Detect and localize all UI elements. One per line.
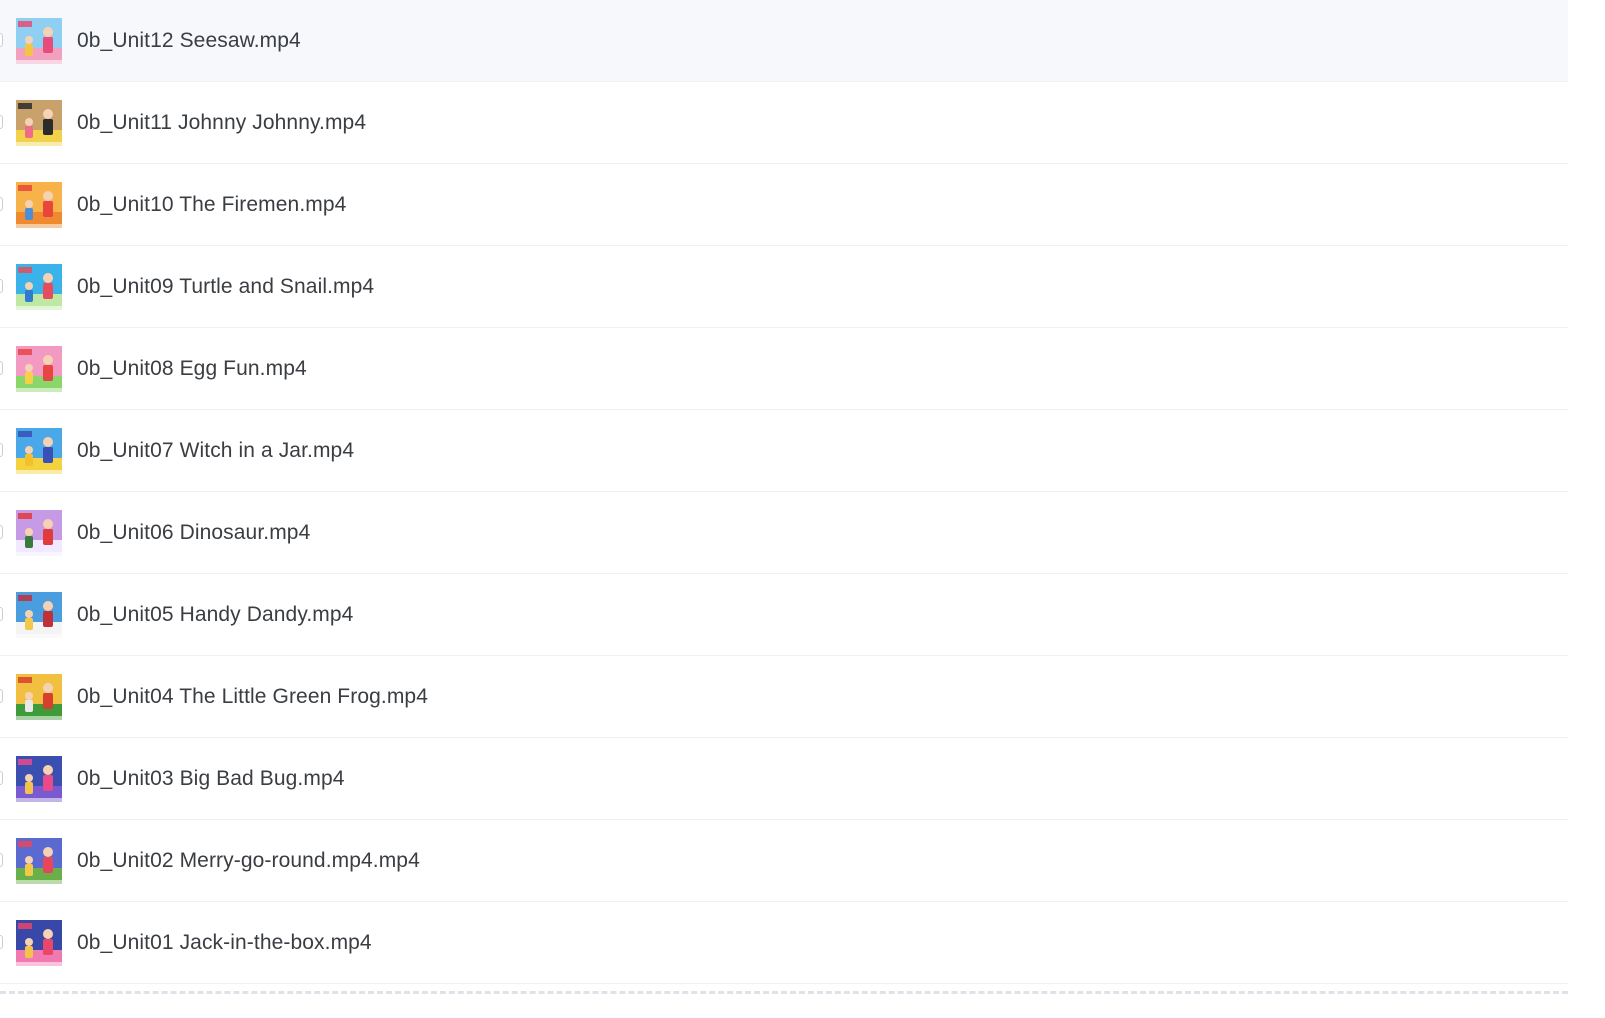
row-checkbox[interactable] (0, 360, 3, 375)
video-thumbnail[interactable] (16, 427, 62, 474)
row-checkbox[interactable] (0, 770, 3, 785)
row-checkbox[interactable] (0, 524, 3, 539)
file-row[interactable]: 0b_Unit03 Big Bad Bug.mp4 (0, 738, 1568, 820)
video-thumbnail[interactable] (16, 837, 62, 884)
file-name[interactable]: 0b_Unit05 Handy Dandy.mp4 (77, 603, 353, 627)
file-name[interactable]: 0b_Unit11 Johnny Johnny.mp4 (77, 111, 366, 135)
file-row[interactable]: 0b_Unit11 Johnny Johnny.mp4 (0, 82, 1568, 164)
file-row[interactable]: 0b_Unit08 Egg Fun.mp4 (0, 328, 1568, 410)
file-name[interactable]: 0b_Unit12 Seesaw.mp4 (77, 29, 301, 53)
file-row[interactable]: 0b_Unit02 Merry-go-round.mp4.mp4 (0, 820, 1568, 902)
file-name[interactable]: 0b_Unit07 Witch in a Jar.mp4 (77, 439, 354, 463)
video-thumbnail[interactable] (16, 99, 62, 146)
file-row[interactable]: 0b_Unit05 Handy Dandy.mp4 (0, 574, 1568, 656)
file-row[interactable]: 0b_Unit09 Turtle and Snail.mp4 (0, 246, 1568, 328)
file-name[interactable]: 0b_Unit01 Jack-in-the-box.mp4 (77, 931, 372, 955)
video-thumbnail[interactable] (16, 509, 62, 556)
file-row[interactable]: 0b_Unit10 The Firemen.mp4 (0, 164, 1568, 246)
file-row[interactable]: 0b_Unit07 Witch in a Jar.mp4 (0, 410, 1568, 492)
video-thumbnail[interactable] (16, 919, 62, 966)
row-checkbox[interactable] (0, 442, 3, 457)
video-thumbnail[interactable] (16, 17, 62, 64)
file-name[interactable]: 0b_Unit06 Dinosaur.mp4 (77, 521, 310, 545)
video-thumbnail[interactable] (16, 591, 62, 638)
file-row[interactable]: 0b_Unit12 Seesaw.mp4 (0, 0, 1568, 82)
video-thumbnail[interactable] (16, 263, 62, 310)
row-checkbox[interactable] (0, 32, 3, 47)
row-checkbox[interactable] (0, 606, 3, 621)
video-thumbnail[interactable] (16, 345, 62, 392)
file-name[interactable]: 0b_Unit08 Egg Fun.mp4 (77, 357, 307, 381)
file-name[interactable]: 0b_Unit02 Merry-go-round.mp4.mp4 (77, 849, 420, 873)
file-row[interactable]: 0b_Unit04 The Little Green Frog.mp4 (0, 656, 1568, 738)
video-thumbnail[interactable] (16, 755, 62, 802)
file-list: 0b_Unit12 Seesaw.mp4 0b_Unit11 Johnny Joh… (0, 0, 1568, 984)
row-checkbox[interactable] (0, 934, 3, 949)
file-name[interactable]: 0b_Unit09 Turtle and Snail.mp4 (77, 275, 374, 299)
list-end-divider (0, 991, 1568, 994)
row-checkbox[interactable] (0, 852, 3, 867)
row-checkbox[interactable] (0, 114, 3, 129)
file-row[interactable]: 0b_Unit06 Dinosaur.mp4 (0, 492, 1568, 574)
row-checkbox[interactable] (0, 688, 3, 703)
row-checkbox[interactable] (0, 278, 3, 293)
video-thumbnail[interactable] (16, 673, 62, 720)
video-thumbnail[interactable] (16, 181, 62, 228)
file-name[interactable]: 0b_Unit10 The Firemen.mp4 (77, 193, 346, 217)
row-checkbox[interactable] (0, 196, 3, 211)
file-name[interactable]: 0b_Unit04 The Little Green Frog.mp4 (77, 685, 428, 709)
file-name[interactable]: 0b_Unit03 Big Bad Bug.mp4 (77, 767, 345, 791)
file-row[interactable]: 0b_Unit01 Jack-in-the-box.mp4 (0, 902, 1568, 984)
